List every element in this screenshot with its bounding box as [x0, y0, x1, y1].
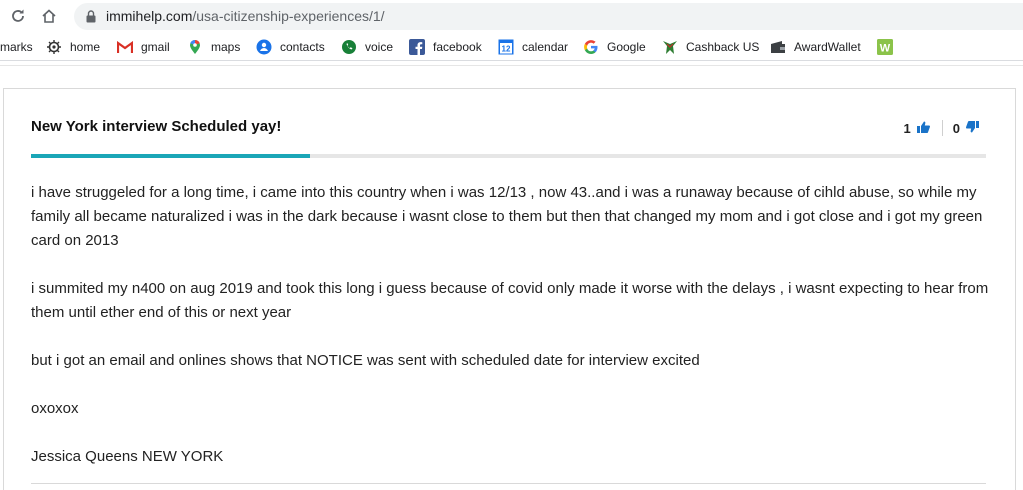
post-paragraph: i summited my n400 on aug 2019 and took … — [31, 280, 989, 321]
bookmark-label: contacts — [280, 40, 325, 54]
calendar-icon: 12 — [498, 39, 514, 55]
reading-progress-bar — [31, 154, 986, 158]
home-gear-icon — [46, 39, 62, 55]
bookmark-gmail[interactable]: gmail — [117, 38, 170, 56]
bookmark-maps[interactable]: maps — [187, 38, 240, 56]
bookmark-label: Cashback US — [686, 40, 760, 54]
bookmark-label: home — [70, 40, 101, 54]
bookmarks-bar: marks home gmail maps contacts voice fac… — [0, 33, 1023, 61]
reload-button[interactable] — [7, 5, 29, 27]
reading-progress-fill — [31, 154, 310, 158]
bookmark-google[interactable]: Google — [583, 38, 646, 56]
vote-controls: 1 0 — [904, 120, 979, 136]
maps-icon — [187, 39, 203, 55]
bookmark-home[interactable]: home — [46, 38, 100, 56]
post-title[interactable]: New York interview Scheduled yay! — [31, 118, 281, 135]
bookmark-label: calendar — [522, 40, 569, 54]
page-content: New York interview Scheduled yay! 1 0 i … — [0, 62, 1023, 490]
gmail-icon — [117, 39, 133, 55]
bookmark-voice[interactable]: voice — [341, 38, 393, 56]
bookmark-w[interactable]: W — [877, 38, 901, 56]
url-path: /usa-citizenship-experiences/1/ — [192, 8, 385, 24]
awardwallet-icon — [770, 39, 786, 55]
divider — [31, 483, 986, 484]
thumbs-up-icon — [916, 121, 930, 133]
post-paragraph: oxoxox — [31, 400, 79, 417]
bookmark-marks[interactable]: marks — [0, 38, 33, 56]
cashback-icon — [662, 39, 678, 55]
url-text: immihelp.com/usa-citizenship-experiences… — [106, 8, 385, 25]
lock-icon — [86, 10, 96, 23]
bookmark-label: maps — [211, 40, 241, 54]
voice-icon — [341, 39, 357, 55]
bookmark-label: gmail — [141, 40, 170, 54]
post-body: i have struggeled for a long time, i cam… — [31, 181, 991, 490]
bookmark-label: Google — [607, 40, 646, 54]
contacts-icon — [256, 39, 272, 55]
experience-card: New York interview Scheduled yay! 1 0 i … — [3, 88, 1016, 490]
bookmark-w-glyph: W — [880, 43, 891, 55]
downvote-count: 0 — [952, 120, 960, 136]
upvote-button[interactable] — [916, 121, 930, 136]
bookmark-label: AwardWallet — [794, 40, 861, 54]
post-signature: Jessica Queens NEW YORK — [31, 448, 224, 465]
google-icon — [583, 39, 599, 55]
calendar-icon-glyph: 12 — [502, 45, 511, 54]
bookmark-label: marks — [0, 40, 33, 54]
bookmark-label: facebook — [433, 40, 482, 54]
thumbs-down-icon — [966, 120, 979, 132]
reload-icon — [12, 9, 24, 22]
post-paragraph: but i got an email and onlines shows tha… — [31, 352, 700, 369]
url-host: immihelp.com — [106, 8, 193, 24]
vote-separator — [941, 120, 943, 136]
home-button[interactable] — [38, 5, 60, 27]
downvote-button[interactable] — [966, 120, 979, 136]
facebook-icon — [409, 39, 425, 55]
omnibox[interactable]: immihelp.com/usa-citizenship-experiences… — [74, 3, 1023, 30]
bookmark-w-icon: W — [877, 39, 893, 55]
bookmark-cashback[interactable]: Cashback US — [662, 38, 759, 56]
home-icon — [42, 9, 56, 23]
post-paragraph: i have struggeled for a long time, i cam… — [31, 184, 983, 249]
bookmark-label: voice — [365, 40, 394, 54]
bookmark-contacts[interactable]: contacts — [256, 38, 325, 56]
address-bar-row: immihelp.com/usa-citizenship-experiences… — [0, 0, 1023, 33]
bookmark-facebook[interactable]: facebook — [409, 38, 482, 56]
bookmark-awardwallet[interactable]: AwardWallet — [770, 38, 861, 56]
divider — [0, 65, 1023, 66]
upvote-count: 1 — [903, 120, 911, 136]
bookmark-calendar[interactable]: 12 calendar — [498, 38, 568, 56]
